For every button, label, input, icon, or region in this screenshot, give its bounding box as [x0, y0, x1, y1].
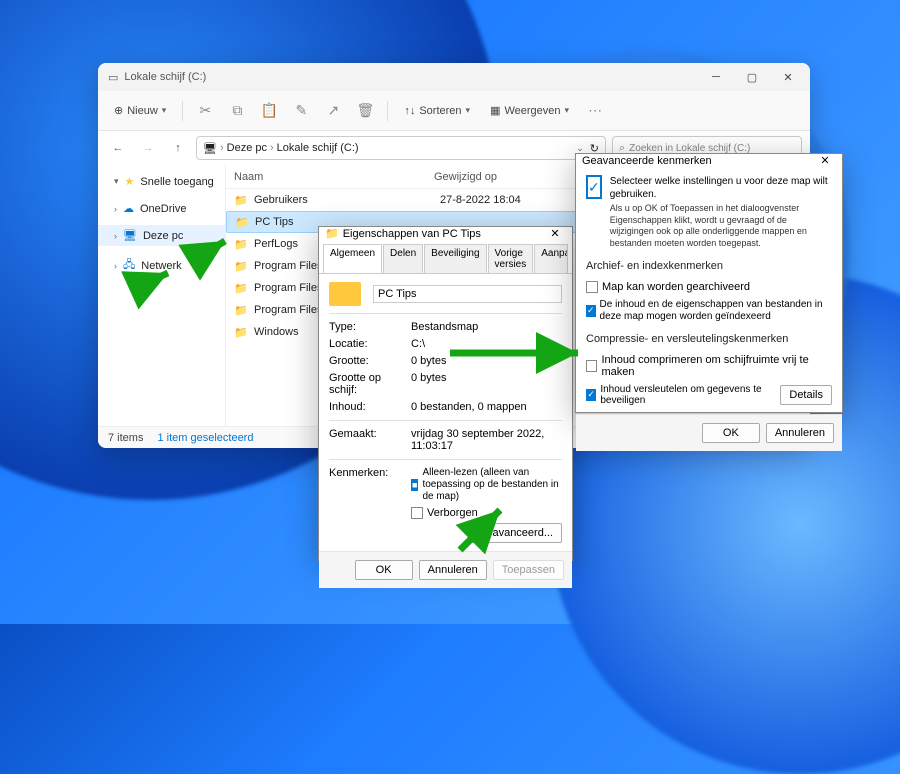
tab-security[interactable]: Beveiliging	[424, 244, 486, 273]
ok-button[interactable]: OK	[702, 423, 760, 443]
encrypt-checkbox[interactable]: ✓Inhoud versleutelen om gegevens te beve…	[586, 384, 774, 406]
paste-icon[interactable]: 📋	[255, 102, 283, 119]
breadcrumb[interactable]: 🖥 › Deze pc › Lokale schijf (C:) ⌄ ↻	[196, 136, 606, 160]
sort-button[interactable]: ↑↓ Sorteren ▾	[396, 101, 478, 121]
cancel-button[interactable]: Annuleren	[419, 560, 487, 580]
titlebar[interactable]: ▭ Lokale schijf (C:) ─ ▢ ✕	[98, 63, 810, 91]
properties-dialog: 📁 Eigenschappen van PC Tips ✕ Algemeen D…	[318, 226, 573, 561]
folder-icon-large	[329, 282, 361, 306]
index-checkbox[interactable]: ✓De inhoud en de eigenschappen van besta…	[586, 299, 832, 323]
dialog-titlebar[interactable]: Geavanceerde kenmerken ✕	[576, 154, 842, 167]
compress-checkbox[interactable]: Inhoud comprimeren om schijfruimte vrij …	[586, 354, 832, 378]
folder-icon: 📁	[234, 282, 248, 295]
tab-share[interactable]: Delen	[383, 244, 423, 273]
close-button[interactable]: ✕	[770, 63, 806, 91]
info-check-icon: ✓	[586, 175, 602, 199]
advanced-button[interactable]: Geavanceerd...	[469, 523, 562, 543]
dialog-titlebar[interactable]: 📁 Eigenschappen van PC Tips ✕	[319, 227, 572, 240]
ok-button[interactable]: OK	[355, 560, 413, 580]
view-button[interactable]: ▦ Weergeven ▾	[482, 100, 577, 121]
cut-icon[interactable]: ✂	[191, 102, 219, 119]
back-button[interactable]: ←	[106, 142, 130, 154]
pc-icon: 🖥	[203, 142, 217, 155]
copy-icon[interactable]: ⧉	[223, 102, 251, 119]
apply-button[interactable]: Toepassen	[493, 560, 564, 580]
tab-strip: Algemeen Delen Beveiliging Vorige versie…	[319, 240, 572, 274]
tab-previous[interactable]: Vorige versies	[488, 244, 534, 273]
dialog-title: Eigenschappen van PC Tips	[343, 228, 544, 240]
hidden-checkbox[interactable]: Verborgen	[411, 507, 562, 519]
item-count: 7 items	[108, 432, 143, 444]
more-icon[interactable]: ⋯	[581, 102, 609, 119]
delete-icon[interactable]: 🗑	[351, 102, 379, 119]
up-button[interactable]: ↑	[166, 142, 190, 154]
command-bar: ⊕ Nieuw ▾ ✂ ⧉ 📋 ✎ ↗ 🗑 ↑↓ Sorteren ▾ ▦ We…	[98, 91, 810, 131]
sidebar-network[interactable]: ›🖧Netwerk	[98, 252, 225, 279]
close-button[interactable]: ✕	[814, 154, 836, 167]
forward-button[interactable]: →	[136, 142, 160, 154]
tab-general[interactable]: Algemeen	[323, 244, 382, 273]
sidebar-quick-access[interactable]: ▾★Snelle toegang	[98, 171, 225, 192]
folder-icon: 📁	[234, 304, 248, 317]
tab-customize[interactable]: Aanpassen	[534, 244, 568, 273]
details-button[interactable]: Details	[780, 385, 832, 405]
maximize-button[interactable]: ▢	[734, 63, 770, 91]
advanced-attributes-dialog: Geavanceerde kenmerken ✕ ✓ Selecteer wel…	[575, 153, 843, 413]
sidebar-this-pc[interactable]: ›🖥Deze pc	[98, 225, 225, 246]
window-title: Lokale schijf (C:)	[124, 71, 206, 83]
drive-icon: ▭	[108, 71, 118, 84]
folder-icon: 📁	[234, 326, 248, 339]
readonly-checkbox[interactable]: ■Alleen-lezen (alleen van toepassing op …	[411, 467, 562, 503]
folder-name-input[interactable]	[373, 285, 562, 303]
share-icon[interactable]: ↗	[319, 102, 347, 119]
sidebar-onedrive[interactable]: ›☁OneDrive	[98, 198, 225, 219]
folder-icon: 📁	[235, 216, 249, 229]
folder-icon: 📁	[234, 238, 248, 251]
folder-icon: 📁	[325, 227, 339, 240]
close-button[interactable]: ✕	[544, 227, 566, 240]
selection-count: 1 item geselecteerd	[157, 432, 253, 444]
rename-icon[interactable]: ✎	[287, 102, 315, 119]
nav-pane: ▾★Snelle toegang ›☁OneDrive ›🖥Deze pc ›🖧…	[98, 165, 226, 426]
compress-legend: Compressie- en versleutelingskenmerken	[586, 333, 832, 345]
archive-legend: Archief- en indexkenmerken	[586, 260, 832, 272]
archive-checkbox[interactable]: Map kan worden gearchiveerd	[586, 281, 832, 293]
new-button[interactable]: ⊕ Nieuw ▾	[106, 100, 174, 121]
cancel-button[interactable]: Annuleren	[766, 423, 834, 443]
dialog-title: Geavanceerde kenmerken	[582, 155, 814, 167]
folder-icon: 📁	[234, 194, 248, 207]
minimize-button[interactable]: ─	[698, 63, 734, 91]
folder-icon: 📁	[234, 260, 248, 273]
